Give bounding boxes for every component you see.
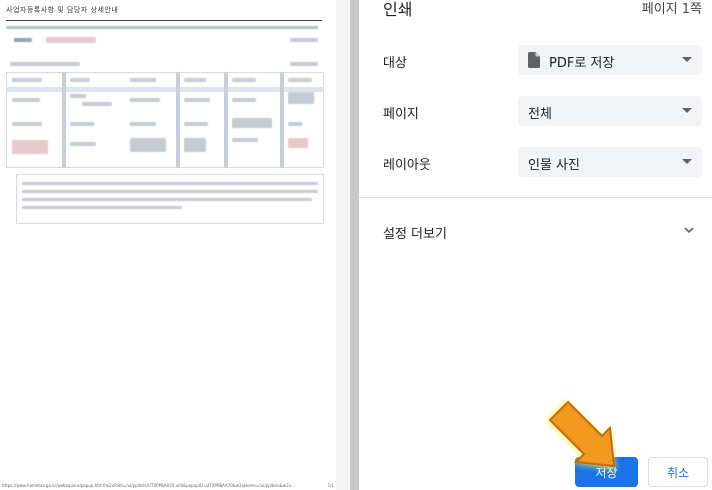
table-header-band — [6, 87, 324, 92]
cancel-button[interactable]: 취소 — [648, 457, 708, 487]
blurred-text — [46, 37, 96, 43]
blurred-text — [290, 62, 318, 66]
blurred-text — [290, 38, 318, 42]
pages-value: 전체 — [528, 107, 552, 122]
chevron-down-icon — [682, 159, 692, 164]
page-count: 페이지 1쪽 — [641, 2, 702, 17]
more-settings-toggle[interactable]: 설정 더보기 — [359, 213, 712, 249]
layout-label: 레이아웃 — [383, 158, 431, 173]
footer-url: https://www.hometax.go.kr/websquare/popu… — [2, 483, 295, 488]
preview-page: 사업자등록사항 및 담당자 상세안내 https://www.hometax.g… — [0, 0, 336, 490]
blurred-text — [6, 26, 318, 29]
blurred-text — [12, 122, 42, 126]
footer-page-number: 1/1 — [327, 483, 334, 488]
table-column-line — [176, 72, 180, 168]
table-column-line — [224, 72, 228, 168]
blurred-text — [288, 138, 308, 148]
blurred-text — [70, 94, 86, 98]
pointer-arrow-icon — [546, 400, 616, 470]
blurred-text — [232, 78, 256, 82]
blurred-text — [70, 142, 96, 146]
pages-select[interactable]: 전체 — [518, 96, 702, 126]
blurred-text — [12, 78, 42, 82]
blurred-text — [288, 92, 314, 104]
layout-select[interactable]: 인물 사진 — [518, 147, 702, 177]
destination-label: 대상 — [383, 56, 407, 71]
blurred-text — [184, 138, 206, 152]
blurred-text — [22, 206, 182, 209]
blurred-text — [232, 98, 256, 102]
settings-divider — [359, 197, 712, 198]
blurred-text — [232, 138, 258, 142]
blurred-text — [22, 190, 318, 193]
more-settings-label: 설정 더보기 — [383, 227, 447, 242]
blurred-text — [12, 98, 40, 102]
blurred-text — [70, 78, 90, 82]
blurred-text — [184, 122, 208, 126]
blurred-text — [288, 122, 302, 126]
panel-divider — [350, 0, 359, 490]
print-title: 인쇄 — [383, 0, 413, 19]
blurred-text — [70, 122, 94, 126]
destination-select[interactable]: PDF로 저장 — [518, 45, 702, 75]
destination-value: PDF로 저장 — [549, 56, 615, 71]
title-divider — [6, 20, 322, 21]
blurred-text — [184, 78, 206, 82]
print-settings-panel: 인쇄 페이지 1쪽 대상 PDF로 저장 페이지 전체 레이아웃 인물 사진 설… — [359, 0, 712, 490]
blurred-text — [130, 98, 160, 102]
document-icon — [528, 52, 540, 68]
blurred-text — [288, 78, 312, 82]
blurred-text — [130, 122, 156, 126]
blurred-text — [22, 198, 312, 201]
print-preview: 사업자등록사항 및 담당자 상세안내 https://www.hometax.g… — [0, 0, 350, 490]
table-column-line — [280, 72, 284, 168]
blurred-text — [232, 118, 272, 128]
blurred-text — [82, 102, 112, 106]
table-column-line — [62, 72, 66, 168]
blurred-text — [130, 78, 156, 82]
blurred-text — [22, 182, 318, 185]
blurred-text — [14, 38, 32, 42]
blurred-text — [12, 140, 48, 154]
blurred-text — [184, 98, 210, 102]
document-title: 사업자등록사항 및 담당자 상세안내 — [6, 6, 119, 14]
blurred-text — [130, 138, 166, 152]
chevron-down-icon — [684, 227, 694, 234]
pages-label: 페이지 — [383, 107, 419, 122]
chevron-down-icon — [682, 57, 692, 62]
blurred-text — [10, 62, 80, 66]
layout-value: 인물 사진 — [528, 158, 580, 173]
chevron-down-icon — [682, 108, 692, 113]
